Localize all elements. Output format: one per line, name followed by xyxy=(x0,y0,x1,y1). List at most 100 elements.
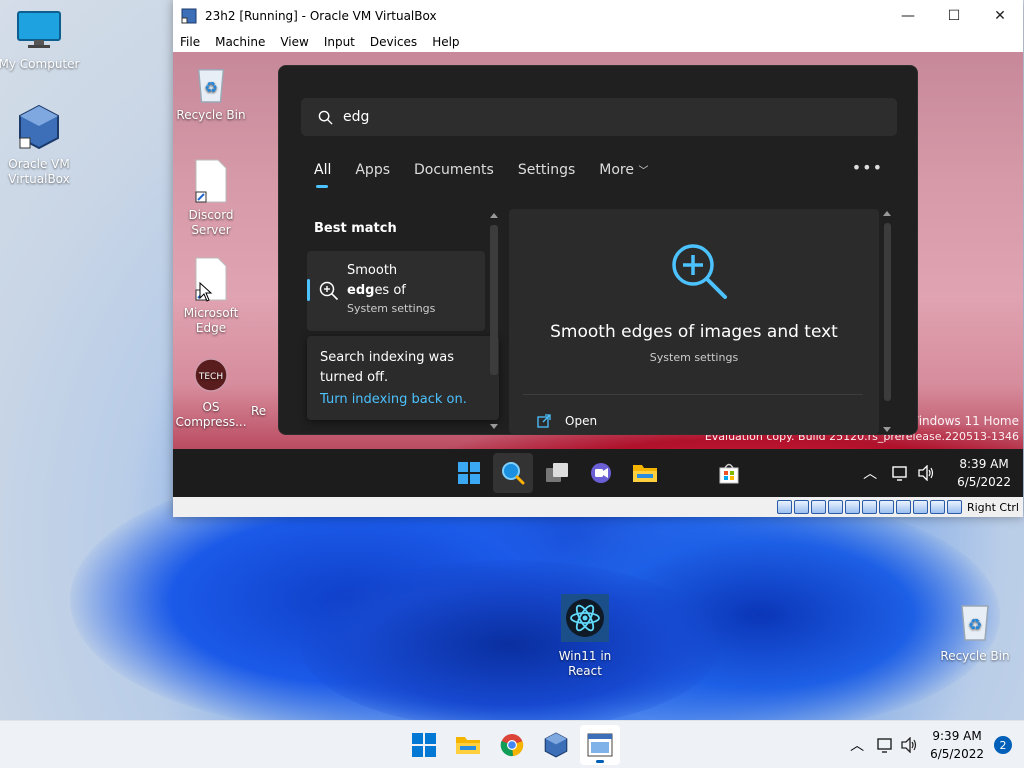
menu-devices[interactable]: Devices xyxy=(363,35,425,49)
open-external-icon xyxy=(537,414,551,428)
guest-clock-time: 8:39 AM xyxy=(959,457,1009,471)
best-match-result[interactable]: Smooth edges of System settings xyxy=(307,251,485,331)
windows-logo-icon xyxy=(458,462,480,484)
menu-help[interactable]: Help xyxy=(425,35,467,49)
guest-taskbar: ︿ 8:39 AM 6/5/2022 xyxy=(173,449,1023,497)
guest-store-button[interactable] xyxy=(709,453,749,493)
host-file-explorer-button[interactable] xyxy=(448,725,488,765)
tab-apps[interactable]: Apps xyxy=(355,162,390,178)
guest-screen[interactable]: ♻ Recycle Bin Discord Server Microsoft E… xyxy=(173,52,1023,497)
desktop-icon-recycle-bin[interactable]: ♻ Recycle Bin xyxy=(932,600,1018,664)
turn-indexing-on-link[interactable]: Turn indexing back on. xyxy=(320,390,486,410)
detail-scrollbar[interactable] xyxy=(881,209,893,434)
react-icon xyxy=(561,594,609,642)
guest-icon-os-compress[interactable]: TECH OS Compress... xyxy=(173,354,249,430)
vt-x-icon[interactable] xyxy=(912,500,928,514)
file-shortcut-icon xyxy=(195,159,227,203)
host-virtualbox-button[interactable] xyxy=(536,725,576,765)
virtualbox-icon xyxy=(544,732,568,758)
result-title-line1: Smooth xyxy=(347,263,398,278)
result-title: Smooth edges of xyxy=(347,261,406,301)
volume-icon[interactable] xyxy=(917,465,935,481)
desktop-icon-label: Recycle Bin xyxy=(940,649,1010,663)
zoom-in-icon xyxy=(672,244,727,299)
vbox-title-bar[interactable]: 23h2 [Running] - Oracle VM VirtualBox — … xyxy=(173,0,1023,31)
chevron-up-icon[interactable]: ︿ xyxy=(850,735,864,755)
more-options-icon[interactable]: ••• xyxy=(852,158,883,177)
desktop-icon-label: Oracle VM VirtualBox xyxy=(8,157,70,186)
network-adapter-icon[interactable] xyxy=(827,500,843,514)
open-action[interactable]: Open xyxy=(537,414,597,428)
chat-icon xyxy=(591,463,611,483)
host-vm-window-button[interactable] xyxy=(580,725,620,765)
result-detail-pane: Smooth edges of images and text System s… xyxy=(509,209,879,434)
guest-icon-recycle-bin[interactable]: ♻ Recycle Bin xyxy=(173,64,249,123)
tab-settings[interactable]: Settings xyxy=(518,162,575,178)
guest-start-button[interactable] xyxy=(449,453,489,493)
guest-icon-label: Re xyxy=(251,404,267,418)
tab-documents[interactable]: Documents xyxy=(414,162,494,178)
keyboard-icon[interactable] xyxy=(946,500,962,514)
guest-clock-date: 6/5/2022 xyxy=(957,475,1011,489)
chevron-down-icon: ﹀ xyxy=(638,166,649,177)
start-search-panel[interactable]: edg All Apps Documents Settings More ﹀ •… xyxy=(278,65,918,435)
menu-input[interactable]: Input xyxy=(317,35,363,49)
shared-folders-icon[interactable] xyxy=(861,500,877,514)
desktop-icon-virtualbox[interactable]: Oracle VM VirtualBox xyxy=(0,104,82,187)
tab-more[interactable]: More ﹀ xyxy=(599,162,648,178)
host-clock-date: 6/5/2022 xyxy=(930,747,984,761)
minimize-button[interactable]: — xyxy=(885,0,931,31)
close-button[interactable]: ✕ xyxy=(977,0,1023,31)
guest-clock[interactable]: 8:39 AM 6/5/2022 xyxy=(957,455,1011,491)
guest-chat-button[interactable] xyxy=(581,453,621,493)
optical-drive-icon[interactable] xyxy=(793,500,809,514)
host-clock[interactable]: 9:39 AM 6/5/2022 xyxy=(930,727,984,763)
monitor-icon xyxy=(17,11,61,48)
notification-badge[interactable]: 2 xyxy=(994,736,1012,754)
usb-icon[interactable] xyxy=(844,500,860,514)
network-icon[interactable] xyxy=(891,465,909,481)
indexing-notice: Search indexing was turned off. Turn ind… xyxy=(307,336,499,420)
menu-view[interactable]: View xyxy=(273,35,316,49)
menu-file[interactable]: File xyxy=(173,35,208,49)
detail-title: Smooth edges of images and text xyxy=(550,322,838,342)
desktop-icon-label: My Computer xyxy=(0,57,80,71)
results-scrollbar[interactable] xyxy=(489,211,499,431)
detail-subtitle: System settings xyxy=(649,351,739,364)
host-chrome-button[interactable] xyxy=(492,725,532,765)
folder-icon xyxy=(456,737,480,754)
virtualbox-small-icon xyxy=(181,8,197,23)
audio-icon[interactable] xyxy=(810,500,826,514)
divider xyxy=(523,394,863,395)
desktop-icon-win11-react[interactable]: Win11 in React xyxy=(542,594,628,679)
guest-icon-partial[interactable]: Re xyxy=(251,404,281,419)
guest-icon-discord[interactable]: Discord Server xyxy=(173,158,249,238)
network-icon[interactable] xyxy=(876,737,894,753)
guest-file-explorer-button[interactable] xyxy=(625,453,665,493)
windows-logo-icon xyxy=(412,733,436,757)
guest-icon-label: Microsoft Edge xyxy=(183,306,239,335)
volume-icon[interactable] xyxy=(900,737,918,753)
host-clock-time: 9:39 AM xyxy=(932,729,982,743)
search-input[interactable]: edg xyxy=(301,98,897,136)
menu-machine[interactable]: Machine xyxy=(208,35,273,49)
chevron-up-icon[interactable]: ︿ xyxy=(863,463,877,483)
maximize-button[interactable]: ☐ xyxy=(931,0,977,31)
display-icon[interactable] xyxy=(878,500,894,514)
search-filter-tabs: All Apps Documents Settings More ﹀ xyxy=(314,162,672,188)
recycle-bin-icon: ♻ xyxy=(961,605,989,641)
selection-indicator xyxy=(307,279,310,301)
guest-icon-label: Recycle Bin xyxy=(176,108,246,122)
recording-icon[interactable] xyxy=(895,500,911,514)
search-icon xyxy=(318,110,333,125)
host-taskbar: ︿ 9:39 AM 6/5/2022 2 xyxy=(0,720,1024,768)
hard-disk-icon[interactable] xyxy=(776,500,792,514)
tab-all[interactable]: All xyxy=(314,162,331,188)
guest-search-button[interactable] xyxy=(493,453,533,493)
desktop-icon-my-computer[interactable]: My Computer xyxy=(0,10,82,72)
host-start-button[interactable] xyxy=(404,725,444,765)
chrome-icon xyxy=(500,734,524,757)
guest-task-view-button[interactable] xyxy=(537,453,577,493)
virtualbox-window[interactable]: 23h2 [Running] - Oracle VM VirtualBox — … xyxy=(173,0,1023,517)
mouse-integration-icon[interactable] xyxy=(929,500,945,514)
